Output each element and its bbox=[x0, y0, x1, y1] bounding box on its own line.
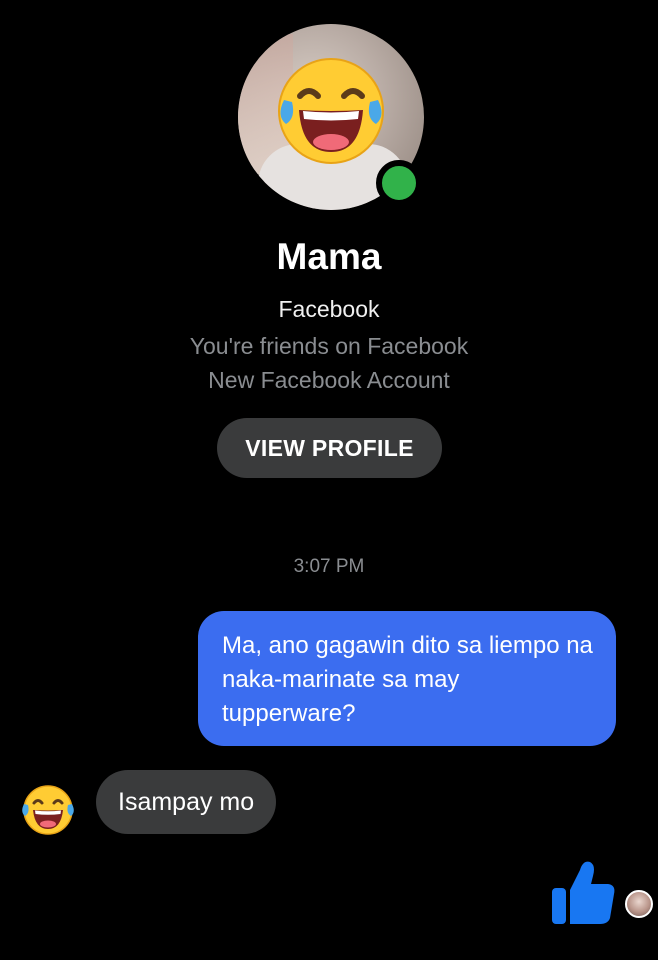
contact-name: Mama bbox=[276, 236, 382, 277]
outgoing-message-bubble[interactable]: Ma, ano gagawin dito sa liempo na naka-m… bbox=[198, 611, 616, 746]
incoming-message-bubble[interactable]: Isampay mo bbox=[96, 770, 277, 834]
view-profile-button[interactable]: VIEW PROFILE bbox=[217, 418, 442, 478]
friend-status-text: You're friends on Facebook bbox=[189, 333, 469, 359]
seen-avatar bbox=[625, 890, 653, 918]
thumbs-up-icon[interactable] bbox=[550, 856, 616, 928]
laughing-emoji-icon bbox=[278, 58, 384, 164]
sender-laughing-emoji-icon[interactable] bbox=[20, 782, 76, 838]
message-timestamp: 3:07 PM bbox=[293, 556, 365, 577]
online-status-dot bbox=[376, 160, 422, 206]
account-note-text: New Facebook Account bbox=[208, 367, 450, 393]
contact-source: Facebook bbox=[278, 296, 380, 322]
